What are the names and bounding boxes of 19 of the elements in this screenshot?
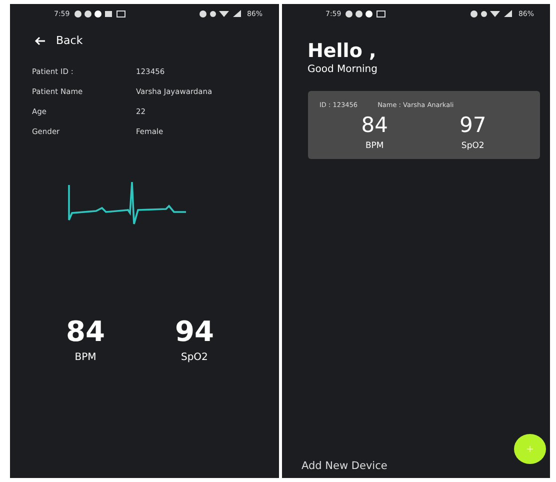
vital-value: 94	[174, 318, 214, 346]
vital-value: 84	[66, 318, 105, 346]
system-icons	[198, 10, 243, 18]
vital-value: 84	[361, 115, 388, 136]
vital-value: 97	[460, 115, 486, 136]
vital-unit: SpO2	[461, 141, 484, 151]
greeting-subtitle: Good Morning	[308, 64, 378, 75]
vital-unit: BPM	[365, 141, 384, 151]
plus-icon	[526, 445, 534, 453]
notification-icons	[345, 10, 388, 18]
add-device-link[interactable]: Add New Device	[302, 460, 388, 472]
add-fab-button[interactable]	[514, 434, 546, 464]
back-arrow-icon	[34, 36, 46, 46]
back-button[interactable]: Back	[34, 34, 83, 47]
vital-unit: SpO2	[180, 352, 208, 363]
system-icons	[470, 10, 514, 18]
vital-unit: BPM	[74, 352, 96, 363]
notification-icons	[74, 10, 126, 18]
greeting-title: Hello ,	[308, 40, 378, 62]
